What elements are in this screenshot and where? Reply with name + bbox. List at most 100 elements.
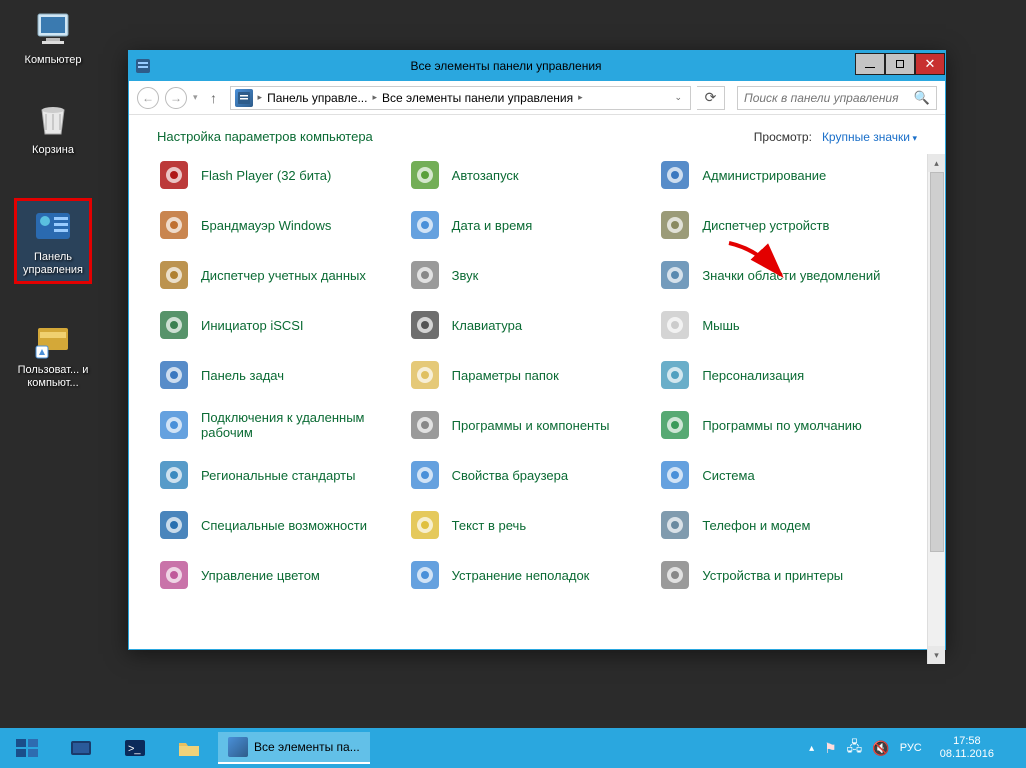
control-panel-item[interactable]: Управление цветом xyxy=(157,558,398,592)
cp-item-label: Телефон и модем xyxy=(702,518,810,533)
search-input[interactable] xyxy=(744,91,914,105)
control-panel-item[interactable]: Администрирование xyxy=(658,158,899,192)
close-button[interactable]: ✕ xyxy=(915,53,945,75)
cp-item-label: Система xyxy=(702,468,754,483)
desktop-icon-recycle[interactable]: Корзина xyxy=(14,98,92,157)
desktop-icon-cpanel[interactable]: Панель управления xyxy=(14,198,92,284)
cp-item-icon xyxy=(408,458,442,492)
control-panel-item[interactable]: Текст в речь xyxy=(408,508,649,542)
scroll-thumb[interactable] xyxy=(930,172,944,552)
control-panel-item[interactable]: Подключения к удаленным рабочим xyxy=(157,408,398,442)
tray-lang[interactable]: РУС xyxy=(900,742,922,754)
server-manager-button[interactable] xyxy=(54,728,108,768)
cp-item-icon xyxy=(658,258,692,292)
control-panel-item[interactable]: Свойства браузера xyxy=(408,458,649,492)
control-panel-item[interactable]: Мышь xyxy=(658,308,899,342)
breadcrumb[interactable]: ▸ Панель управле... ▸ Все элементы панел… xyxy=(230,86,691,110)
control-panel-item[interactable]: Панель задач xyxy=(157,358,398,392)
cp-item-label: Региональные стандарты xyxy=(201,468,355,483)
tray-flag-icon[interactable]: ⚑ xyxy=(824,740,837,757)
nav-back-button[interactable]: ← xyxy=(137,87,159,109)
view-mode-dropdown[interactable]: Крупные значки xyxy=(822,130,917,144)
cp-item-icon xyxy=(157,258,191,292)
control-panel-item[interactable]: Персонализация xyxy=(658,358,899,392)
maximize-button[interactable] xyxy=(885,53,915,75)
cp-item-label: Flash Player (32 бита) xyxy=(201,168,331,183)
cp-item-icon xyxy=(408,208,442,242)
cp-item-icon xyxy=(157,558,191,592)
cp-item-label: Текст в речь xyxy=(452,518,526,533)
taskbar-running-control-panel[interactable]: Все элементы па... xyxy=(218,732,370,764)
scrollbar[interactable]: ▴ ▾ xyxy=(927,154,945,664)
breadcrumb-dropdown[interactable]: ⌄ xyxy=(674,92,686,103)
nav-forward-button[interactable]: → xyxy=(165,87,187,109)
start-button[interactable] xyxy=(0,728,54,768)
cp-item-label: Программы и компоненты xyxy=(452,418,610,433)
desktop-icon-label: Пользоват... и компьют... xyxy=(14,364,92,390)
cp-item-label: Устройства и принтеры xyxy=(702,568,843,583)
taskbar-app-icon xyxy=(228,737,248,757)
nav-up-button[interactable]: ↑ xyxy=(204,90,224,106)
explorer-button[interactable] xyxy=(162,728,216,768)
cp-item-icon xyxy=(408,258,442,292)
tray-chevron-icon[interactable]: ▴ xyxy=(809,743,814,754)
control-panel-item[interactable]: Дата и время xyxy=(408,208,649,242)
tray-volume-icon[interactable]: 🔇 xyxy=(872,740,889,757)
cp-item-icon xyxy=(658,408,692,442)
control-panel-item[interactable]: Брандмауэр Windows xyxy=(157,208,398,242)
control-panel-item[interactable]: Диспетчер устройств xyxy=(658,208,899,242)
control-panel-item[interactable]: Система xyxy=(658,458,899,492)
control-panel-item[interactable]: Программы и компоненты xyxy=(408,408,649,442)
cp-item-label: Управление цветом xyxy=(201,568,320,583)
breadcrumb-root-icon[interactable] xyxy=(235,89,253,107)
control-panel-item[interactable]: Телефон и модем xyxy=(658,508,899,542)
titlebar[interactable]: Все элементы панели управления ✕ xyxy=(129,51,945,81)
refresh-button[interactable]: ⟳ xyxy=(697,86,725,110)
control-panel-item[interactable]: Устранение неполадок xyxy=(408,558,649,592)
minimize-button[interactable] xyxy=(855,53,885,75)
cp-item-icon xyxy=(157,358,191,392)
nav-history-dropdown[interactable]: ▾ xyxy=(193,92,198,103)
control-panel-item[interactable]: Диспетчер учетных данных xyxy=(157,258,398,292)
cp-item-label: Диспетчер учетных данных xyxy=(201,268,366,283)
control-panel-item[interactable]: Региональные стандарты xyxy=(157,458,398,492)
control-panel-item[interactable]: Устройства и принтеры xyxy=(658,558,899,592)
control-panel-item[interactable]: Инициатор iSCSI xyxy=(157,308,398,342)
scroll-up-button[interactable]: ▴ xyxy=(928,154,945,172)
tray-clock[interactable]: 17:58 08.11.2016 xyxy=(932,735,1002,761)
control-panel-item[interactable]: Автозапуск xyxy=(408,158,649,192)
svg-text:>_: >_ xyxy=(128,743,141,755)
breadcrumb-seg-1[interactable]: Все элементы панели управления xyxy=(382,91,573,105)
breadcrumb-seg-0[interactable]: Панель управле... xyxy=(267,91,367,105)
powershell-button[interactable]: >_ xyxy=(108,728,162,768)
cp-item-icon xyxy=(408,408,442,442)
control-panel-item[interactable]: Параметры папок xyxy=(408,358,649,392)
control-panel-window: Все элементы панели управления ✕ ← → ▾ ↑… xyxy=(128,50,946,650)
control-panel-item[interactable]: Звук xyxy=(408,258,649,292)
titlebar-icon xyxy=(129,58,157,74)
page-heading: Настройка параметров компьютера xyxy=(157,129,373,144)
breadcrumb-separator: ▸ xyxy=(255,92,266,103)
cp-item-label: Специальные возможности xyxy=(201,518,367,533)
taskbar: >_ Все элементы па... ▴ ⚑ 🖧 🔇 РУС 17:58 … xyxy=(0,728,1026,768)
cp-item-icon xyxy=(658,358,692,392)
control-panel-item[interactable]: Специальные возможности xyxy=(157,508,398,542)
cp-item-label: Диспетчер устройств xyxy=(702,218,829,233)
view-label: Просмотр: xyxy=(754,130,812,144)
desktop-icon-winrar[interactable]: Пользоват... и компьют... xyxy=(14,318,92,390)
desktop-icon-computer[interactable]: Компьютер xyxy=(14,8,92,67)
scroll-down-button[interactable]: ▾ xyxy=(928,646,945,664)
cp-item-icon xyxy=(658,308,692,342)
tray-network-icon[interactable]: 🖧 xyxy=(847,736,863,760)
control-panel-item[interactable]: Значки области уведомлений xyxy=(658,258,899,292)
control-panel-item[interactable]: Программы по умолчанию xyxy=(658,408,899,442)
cp-item-icon xyxy=(408,308,442,342)
control-panel-item[interactable]: Flash Player (32 бита) xyxy=(157,158,398,192)
navbar: ← → ▾ ↑ ▸ Панель управле... ▸ Все элемен… xyxy=(129,81,945,115)
search-box[interactable]: 🔍 xyxy=(737,86,937,110)
control-panel-item[interactable]: Клавиатура xyxy=(408,308,649,342)
search-icon[interactable]: 🔍 xyxy=(914,90,930,106)
recycle-icon xyxy=(32,98,74,140)
cp-item-label: Брандмауэр Windows xyxy=(201,218,331,233)
desktop-icon-label: Корзина xyxy=(14,144,92,157)
